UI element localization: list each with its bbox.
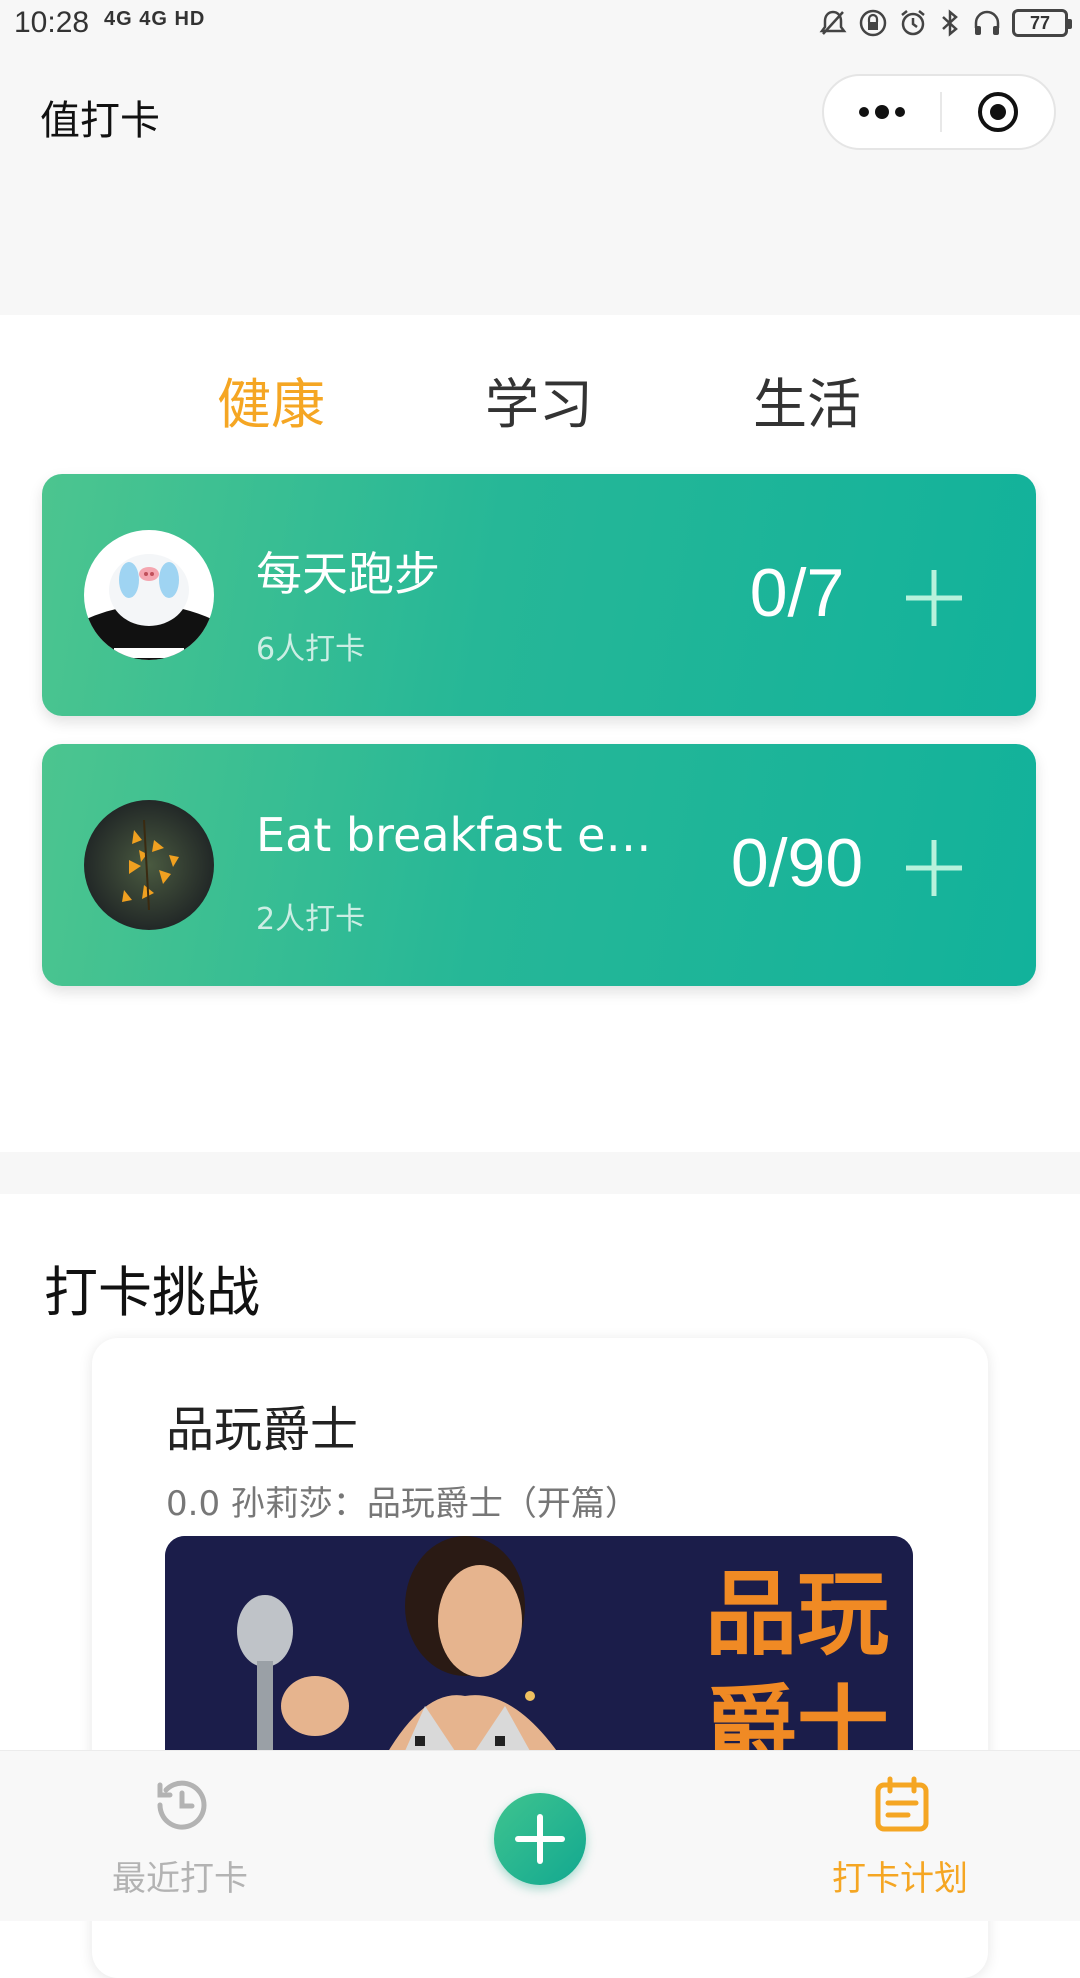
- status-icons: 77: [818, 8, 1072, 38]
- plan-participants: 2人打卡: [256, 902, 366, 937]
- signal-indicator: 4G 4G HD: [104, 8, 206, 30]
- title-bar: 值打卡: [0, 54, 1080, 315]
- status-time: 10:28: [14, 6, 90, 39]
- tab-recent-checkins[interactable]: 最近打卡: [80, 1751, 280, 1921]
- tab-study[interactable]: 学习: [485, 360, 593, 439]
- plan-title: 每天跑步: [256, 547, 440, 601]
- challenge-subtitle: 0.0 孙莉莎：品玩爵士（开篇）: [166, 1484, 639, 1524]
- tab-life[interactable]: 生活: [753, 360, 861, 439]
- plan-card[interactable]: 每天跑步 6人打卡 0/7: [42, 474, 1036, 716]
- target-circle-icon: [978, 92, 1018, 132]
- challenge-title: 品玩爵士: [166, 1402, 359, 1458]
- more-dots-icon: [859, 105, 905, 119]
- calendar-icon: [875, 1776, 929, 1832]
- tab-label: 最近打卡: [112, 1859, 248, 1899]
- cover-text-line1: 品玩: [705, 1561, 889, 1668]
- close-miniprogram-button[interactable]: [942, 76, 1054, 148]
- plan-avatar: [84, 530, 214, 660]
- bluetooth-icon: [942, 9, 958, 37]
- category-tabs: 健康 学习 生活: [0, 360, 1080, 440]
- plan-progress: 0/90: [730, 825, 864, 901]
- page-title: 值打卡: [40, 98, 160, 144]
- section-title: 打卡挑战: [44, 1261, 260, 1324]
- plan-avatar: [84, 800, 214, 930]
- miniprogram-capsule: [822, 74, 1056, 150]
- plus-icon: [515, 1814, 565, 1864]
- mute-bell-icon: [819, 10, 847, 35]
- battery-icon: 77: [1012, 9, 1072, 37]
- plan-title: Eat breakfast every day: [256, 808, 676, 862]
- headphones-icon: [974, 10, 1000, 35]
- more-button[interactable]: [824, 76, 940, 148]
- plus-icon[interactable]: [898, 832, 970, 904]
- tab-health[interactable]: 健康: [217, 360, 325, 439]
- tab-label: 打卡计划: [832, 1859, 968, 1899]
- plan-card[interactable]: Eat breakfast every day 2人打卡 0/90: [42, 744, 1036, 986]
- bottom-tab-bar: 最近打卡 打卡计划: [0, 1750, 1080, 1921]
- status-bar: 10:28 4G 4G HD 77: [0, 0, 1080, 54]
- section-divider: [0, 1152, 1080, 1194]
- plan-participants: 6人打卡: [256, 632, 366, 667]
- add-plan-button[interactable]: [494, 1793, 586, 1885]
- plan-progress: 0/7: [749, 555, 845, 631]
- clock-icon: [157, 1780, 207, 1830]
- alarm-icon: [901, 10, 925, 36]
- lock-rotation-icon: [859, 9, 887, 37]
- tab-checkin-plan[interactable]: 打卡计划: [800, 1751, 1000, 1921]
- plus-icon[interactable]: [898, 562, 970, 634]
